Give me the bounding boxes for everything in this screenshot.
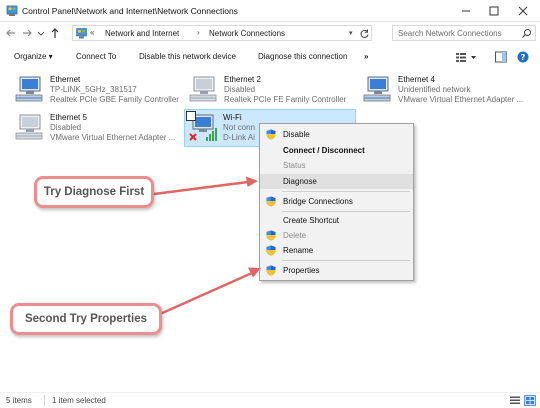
connection-name: Ethernet bbox=[50, 75, 81, 84]
menu-item-diagnose[interactable]: Diagnose bbox=[260, 174, 413, 189]
status-separator bbox=[44, 395, 45, 406]
menu-item-label: Rename bbox=[283, 246, 314, 255]
selection-checkbox[interactable] bbox=[186, 111, 196, 121]
menu-item-rename[interactable]: Rename bbox=[260, 243, 413, 258]
help-icon[interactable]: ? bbox=[516, 50, 530, 64]
close-button[interactable] bbox=[508, 0, 538, 22]
menu-item-disable[interactable]: Disable bbox=[260, 127, 413, 142]
connection-device: VMware Virtual Ethernet Adapter ... bbox=[398, 95, 524, 104]
menu-item-label: Properties bbox=[283, 266, 320, 275]
menu-item-label: Create Shortcut bbox=[283, 216, 340, 225]
connection-name: Ethernet 2 bbox=[224, 75, 261, 84]
connection-status: TP-LINK_5GHz_381517 bbox=[50, 85, 137, 94]
maximize-button[interactable] bbox=[479, 0, 509, 22]
menu-item-bridge-connections[interactable]: Bridge Connections bbox=[260, 194, 413, 209]
tiles-view-icon[interactable] bbox=[524, 395, 536, 406]
back-arrow-icon[interactable] bbox=[4, 26, 18, 40]
connection-status: Disabled bbox=[50, 123, 82, 132]
connection-ethernet[interactable]: Ethernet TP-LINK_5GHz_381517 Realtek PCI… bbox=[14, 73, 179, 107]
menu-item-label: Delete bbox=[283, 231, 307, 240]
breadcrumb-separator-icon[interactable]: › bbox=[197, 28, 200, 37]
window-title: Control Panel\Network and Internet\Netwo… bbox=[22, 6, 238, 16]
connection-ethernet-2[interactable]: Ethernet 2 Disabled Realtek PCIe FE Fami… bbox=[188, 73, 358, 107]
menu-item-create-shortcut[interactable]: Create Shortcut bbox=[260, 213, 413, 228]
callout-text: Try Diagnose First bbox=[43, 186, 145, 198]
more-commands-button[interactable]: » bbox=[364, 52, 368, 61]
address-field[interactable]: « Network and Internet › Network Connect… bbox=[72, 25, 372, 41]
organize-button[interactable]: Organize ▾ bbox=[14, 52, 53, 61]
menu-separator bbox=[282, 260, 410, 261]
uac-shield-icon bbox=[266, 129, 276, 140]
disable-device-button[interactable]: Disable this network device bbox=[139, 52, 236, 61]
connection-ethernet-5[interactable]: Ethernet 5 Disabled VMware Virtual Ether… bbox=[14, 111, 184, 145]
status-bar: 5 items 1 item selected bbox=[0, 392, 540, 408]
ethernet-adapter-icon bbox=[15, 76, 43, 102]
ethernet-adapter-icon bbox=[15, 114, 43, 140]
uac-shield-icon bbox=[266, 196, 276, 207]
item-count: 5 items bbox=[6, 396, 32, 405]
connection-name: Wi-Fi bbox=[223, 113, 242, 122]
connection-device: Realtek PCIe GBE Family Controller bbox=[50, 95, 179, 104]
search-input[interactable]: Search Network Connections bbox=[392, 25, 536, 41]
menu-item-label: Diagnose bbox=[283, 177, 317, 186]
search-icon[interactable] bbox=[521, 28, 532, 39]
control-panel-icon bbox=[76, 28, 87, 39]
up-arrow-icon[interactable] bbox=[48, 26, 62, 40]
connection-name: Ethernet 5 bbox=[50, 113, 87, 122]
refresh-icon[interactable] bbox=[359, 28, 370, 39]
callout-try-properties: Second Try Properties bbox=[10, 303, 162, 335]
ethernet-adapter-icon bbox=[189, 76, 217, 102]
control-panel-icon bbox=[6, 5, 18, 16]
menu-item-label: Status bbox=[283, 161, 306, 170]
svg-text:?: ? bbox=[521, 53, 526, 62]
connection-status: Disabled bbox=[224, 85, 256, 94]
connect-to-button[interactable]: Connect To bbox=[76, 52, 116, 61]
selection-count: 1 item selected bbox=[52, 396, 106, 405]
menu-separator bbox=[282, 211, 410, 212]
preview-pane-icon[interactable] bbox=[494, 50, 508, 64]
connection-status: Unidentified network bbox=[398, 85, 471, 94]
menu-item-connect-disconnect[interactable]: Connect / Disconnect bbox=[260, 143, 413, 158]
menu-separator bbox=[282, 191, 410, 192]
menu-item-delete: Delete bbox=[260, 228, 413, 243]
breadcrumb-network-connections[interactable]: Network Connections bbox=[209, 29, 285, 38]
title-bar: Control Panel\Network and Internet\Netwo… bbox=[0, 0, 540, 22]
navigation-bar: « Network and Internet › Network Connect… bbox=[0, 22, 540, 44]
uac-shield-icon bbox=[266, 265, 276, 276]
recent-locations-dropdown-icon[interactable] bbox=[36, 26, 46, 40]
breadcrumb-overflow-icon[interactable]: « bbox=[90, 28, 94, 37]
uac-shield-icon bbox=[266, 230, 276, 241]
diagnose-connection-button[interactable]: Diagnose this connection bbox=[258, 52, 347, 61]
command-bar: Organize ▾ Connect To Disable this netwo… bbox=[0, 47, 540, 67]
ethernet-adapter-icon bbox=[363, 76, 391, 102]
menu-item-label: Bridge Connections bbox=[283, 197, 353, 206]
callout-text: Second Try Properties bbox=[24, 313, 148, 325]
callout-try-diagnose: Try Diagnose First bbox=[34, 176, 154, 208]
details-view-icon[interactable] bbox=[509, 395, 521, 406]
menu-item-status: Status bbox=[260, 158, 413, 173]
address-dropdown-icon[interactable]: ▾ bbox=[349, 29, 353, 37]
connection-status: Not conn bbox=[223, 123, 255, 132]
search-placeholder: Search Network Connections bbox=[398, 29, 502, 38]
context-menu: Disable Connect / Disconnect Status Diag… bbox=[259, 123, 414, 281]
change-view-icon[interactable] bbox=[454, 50, 478, 64]
menu-item-properties[interactable]: Properties bbox=[260, 263, 413, 278]
breadcrumb-network-and-internet[interactable]: Network and Internet bbox=[105, 29, 179, 38]
connection-ethernet-4[interactable]: Ethernet 4 Unidentified network VMware V… bbox=[362, 73, 540, 107]
menu-item-label: Disable bbox=[283, 130, 310, 139]
menu-item-label: Connect / Disconnect bbox=[283, 146, 365, 155]
uac-shield-icon bbox=[266, 245, 276, 256]
connection-device: Realtek PCIe FE Family Controller bbox=[224, 95, 347, 104]
connection-device: VMware Virtual Ethernet Adapter ... bbox=[50, 133, 176, 142]
minimize-button[interactable] bbox=[451, 0, 481, 22]
forward-arrow-icon[interactable] bbox=[20, 26, 34, 40]
connection-device: D-Link Ai bbox=[223, 133, 255, 142]
connection-name: Ethernet 4 bbox=[398, 75, 435, 84]
